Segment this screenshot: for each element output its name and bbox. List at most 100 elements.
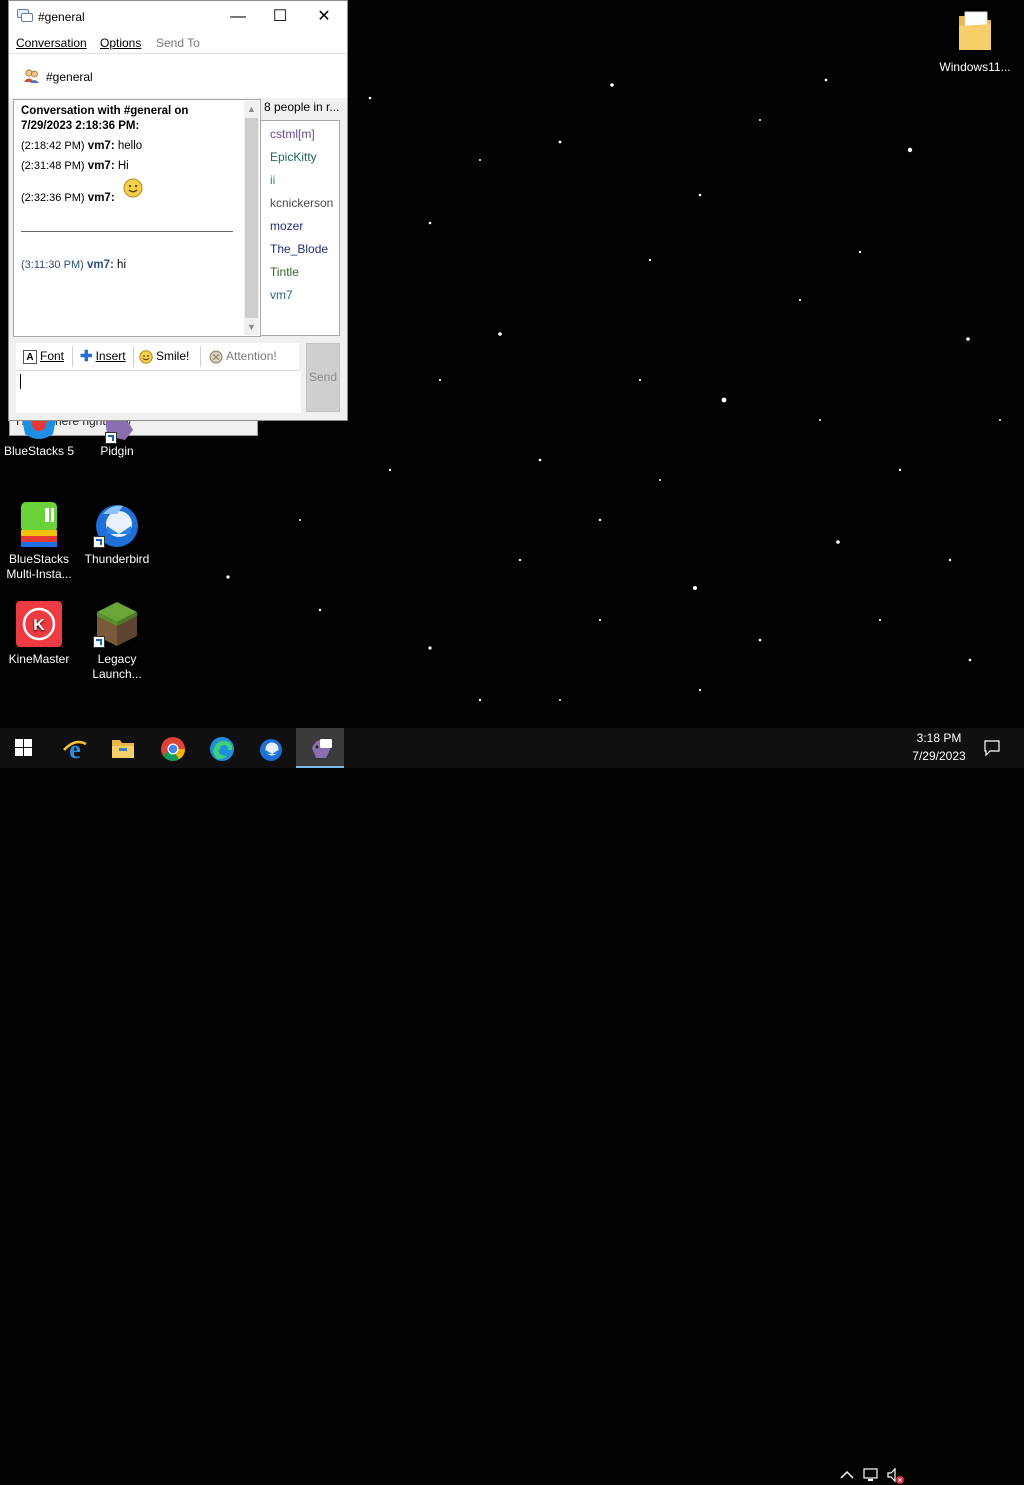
send-button[interactable]: Send (306, 343, 340, 412)
desktop-icon-bluestacks-multi[interactable]: BlueStacks Multi-Insta... (0, 500, 78, 582)
text-caret (20, 374, 21, 389)
conversation-name: #general (46, 70, 93, 84)
user-list-item[interactable]: Tintle (270, 265, 299, 279)
folder-icon (951, 8, 999, 56)
font-label: Font (40, 349, 65, 363)
desktop-icon-label-2: Launch... (92, 667, 142, 681)
last-read-divider (21, 231, 233, 232)
title-bar[interactable]: #general — ☐ ✕ (9, 1, 347, 32)
desktop-icon-legacy-launcher[interactable]: Legacy Launch... (78, 600, 156, 682)
message-time: (3:11:30 PM) (21, 259, 84, 271)
taskbar-chrome[interactable] (148, 728, 196, 768)
user-list-item[interactable]: The_Blode (270, 242, 328, 256)
internet-explorer-icon: e (63, 736, 87, 762)
message-sender: vm7: (87, 192, 115, 204)
user-list-item[interactable]: EpicKitty (270, 150, 317, 164)
insert-button[interactable]: ✚ Insert (80, 343, 126, 370)
thunderbird-icon (93, 500, 141, 548)
formatting-toolbar: A Font ✚ Insert Smile! Attention! (16, 343, 299, 371)
maximize-icon: ☐ (272, 8, 288, 25)
maximize-button[interactable]: ☐ (257, 1, 303, 32)
scrollbar-thumb[interactable] (245, 118, 258, 318)
network-icon[interactable] (862, 1467, 880, 1483)
desktop-icon-kinemaster[interactable]: K KineMaster (0, 600, 78, 667)
chat-message: (2:31:48 PM) vm7: Hi (21, 159, 129, 174)
desktop-icon-label: BlueStacks (8, 552, 70, 566)
menu-conversation[interactable]: Conversation (16, 36, 87, 50)
svg-text:K: K (33, 617, 45, 634)
desktop-icon-label: Windows11... (939, 60, 1011, 74)
message-time: (2:31:48 PM) (21, 160, 85, 172)
user-list-item[interactable]: cstml[m] (270, 127, 315, 141)
menu-send-to[interactable]: Send To (156, 36, 200, 50)
pidgin-conversation-icon (17, 9, 33, 22)
conversation-header: #general (9, 54, 347, 98)
show-hidden-icons-chevron-icon[interactable] (840, 1469, 854, 1481)
log-scrollbar[interactable]: ▲ ▼ (244, 101, 259, 335)
message-text: hi (117, 259, 126, 271)
desktop-icon-label: Legacy (97, 652, 137, 666)
desktop-icon-label-2: Multi-Insta... (6, 567, 72, 581)
chat-message: (2:18:42 PM) vm7: hello (21, 139, 142, 154)
log-header-line: Conversation with #general on (21, 105, 189, 117)
font-icon: A (23, 349, 37, 364)
attention-button[interactable]: Attention! (209, 343, 277, 370)
clock-time[interactable]: 3:18 PM (912, 731, 966, 745)
attention-icon (209, 350, 223, 364)
minecraft-grass-block-icon (93, 600, 141, 648)
smile-label: Smile! (156, 349, 190, 363)
attention-label: Attention! (226, 349, 277, 363)
thunderbird-icon (260, 739, 282, 761)
window-title: #general (38, 10, 85, 24)
people-count: 8 people in r... (264, 100, 340, 114)
minimize-icon: — (230, 8, 246, 25)
smiley-icon (139, 350, 153, 364)
message-sender: vm7: (87, 160, 115, 172)
taskbar-thunderbird[interactable] (246, 728, 294, 768)
taskbar-internet-explorer[interactable]: e (50, 728, 98, 768)
windows-start-icon (15, 739, 32, 756)
smiley-emoticon-icon (123, 178, 143, 198)
action-center-icon[interactable] (983, 739, 1001, 757)
message-text: hello (117, 140, 143, 152)
message-time: (2:18:42 PM) (21, 140, 85, 152)
font-button[interactable]: A Font (23, 343, 64, 370)
scroll-up-arrow-icon[interactable]: ▲ (244, 101, 259, 117)
start-button[interactable] (0, 728, 48, 768)
desktop-icon-label: Pidgin (100, 444, 134, 458)
taskbar-pidgin[interactable] (296, 728, 344, 768)
message-sender: vm7: (87, 140, 115, 152)
smile-button[interactable]: Smile! (139, 343, 189, 370)
message-input[interactable] (16, 371, 301, 413)
close-button[interactable]: ✕ (301, 1, 347, 32)
clock-date[interactable]: 7/29/2023 (906, 749, 972, 763)
taskbar-edge[interactable] (197, 728, 245, 768)
chat-room-icon (24, 69, 39, 83)
svg-text:e: e (69, 736, 81, 762)
menu-bar: Conversation Options Send To (9, 32, 347, 54)
insert-label: Insert (95, 349, 126, 363)
menu-options[interactable]: Options (100, 36, 141, 50)
user-list-item[interactable]: kcnickerson (270, 196, 333, 210)
chat-window[interactable]: #general — ☐ ✕ Conversation Options Send… (8, 0, 348, 421)
desktop-icon-thunderbird[interactable]: Thunderbird (78, 500, 156, 567)
message-log[interactable]: Conversation with #general on 7/29/2023 … (13, 99, 261, 337)
taskbar-file-explorer[interactable] (98, 728, 146, 768)
scroll-down-arrow-icon[interactable]: ▼ (244, 319, 259, 335)
user-list[interactable]: cstml[m] EpicKitty ii kcnickerson mozer … (260, 120, 340, 336)
pidgin-icon (312, 739, 332, 758)
user-list-item[interactable]: ii (270, 173, 275, 187)
bluestacks-multi-icon (15, 500, 63, 548)
message-text: Hi (117, 160, 129, 172)
desktop-icon-folder[interactable]: Windows11... (936, 8, 1014, 75)
volume-muted-icon[interactable] (886, 1467, 906, 1485)
desktop-icon-label: Thunderbird (84, 552, 150, 566)
message-sender: vm7: (86, 259, 114, 271)
user-list-item[interactable]: vm7 (270, 288, 293, 302)
plus-icon: ✚ (80, 348, 93, 366)
user-list-item[interactable]: mozer (270, 219, 303, 233)
chat-message: (3:11:30 PM) vm7: hi (21, 258, 126, 273)
minimize-button[interactable]: — (215, 1, 261, 32)
desktop-icon-label: BlueStacks 5 (3, 444, 75, 458)
edge-icon (210, 737, 234, 761)
